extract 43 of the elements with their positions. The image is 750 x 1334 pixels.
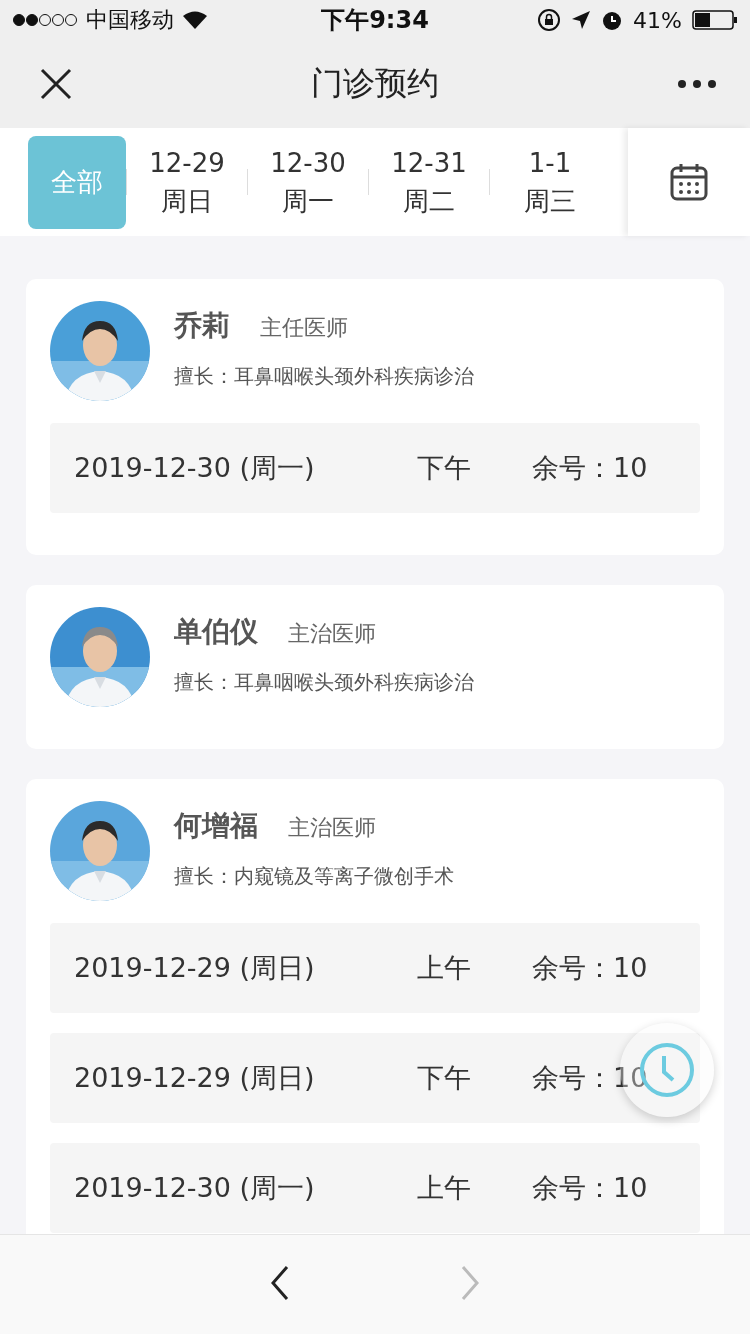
doctor-name: 乔莉 xyxy=(174,308,230,344)
doctor-name: 何增福 xyxy=(174,808,258,844)
slot-period: 上午 xyxy=(417,951,472,985)
slot-period: 下午 xyxy=(417,1061,472,1095)
slot-remaining: 余号：10 xyxy=(532,451,648,485)
doctor-name: 单伯仪 xyxy=(174,614,258,650)
battery-icon xyxy=(692,10,738,30)
location-icon xyxy=(571,10,592,30)
wifi-icon xyxy=(182,10,208,30)
doctor-specialty: 擅长：内窥镜及等离子微创手术 xyxy=(174,863,454,890)
battery-percent: 41% xyxy=(633,7,682,33)
schedule-slot[interactable]: 2019-12-30 (周一) 上午 余号：10 xyxy=(50,1143,700,1233)
date-tab[interactable]: 12-31 周二 xyxy=(369,135,489,229)
date-tab[interactable]: 12-29 周日 xyxy=(127,135,247,229)
doctor-specialty: 擅长：耳鼻咽喉头颈外科疾病诊治 xyxy=(174,363,474,390)
schedule-slot[interactable]: 2019-12-29 (周日) 上午 余号：10 xyxy=(50,923,700,1013)
carrier: 中国移动 xyxy=(86,6,174,34)
rotation-lock-icon xyxy=(537,8,562,32)
signal-icon xyxy=(12,13,78,27)
date-tab[interactable]: 12-30 周一 xyxy=(248,135,368,229)
slot-date: 2019-12-29 (周日) xyxy=(74,951,316,985)
close-icon[interactable] xyxy=(40,68,72,100)
slot-date: 2019-12-29 (周日) xyxy=(74,1061,316,1095)
calendar-icon xyxy=(670,163,708,201)
doctor-specialty: 擅长：耳鼻咽喉头颈外科疾病诊治 xyxy=(174,669,474,696)
doctor-title: 主治医师 xyxy=(288,814,376,842)
slot-date: 2019-12-30 (周一) xyxy=(74,1171,316,1205)
date-tab[interactable]: 1-1 周三 xyxy=(490,135,610,229)
slot-period: 下午 xyxy=(417,451,472,485)
more-icon[interactable] xyxy=(678,80,716,88)
doctor-title: 主任医师 xyxy=(260,314,348,342)
slot-period: 上午 xyxy=(417,1171,472,1205)
alarm-icon xyxy=(601,9,624,31)
doctor-card[interactable]: 乔莉 主任医师 擅长：耳鼻咽喉头颈外科疾病诊治 2019-12-30 (周一) 下午 余号：10 xyxy=(26,279,724,555)
calendar-button[interactable] xyxy=(628,128,750,236)
schedule-slot[interactable]: 2019-12-30 (周一) 下午 余号：10 xyxy=(50,423,700,513)
status-time: 下午9:34 xyxy=(320,5,430,36)
slot-remaining: 余号：10 xyxy=(532,951,648,985)
slot-remaining: 余号：10 xyxy=(532,1171,648,1205)
slot-date: 2019-12-30 (周一) xyxy=(74,451,316,485)
page-title: 门诊预约 xyxy=(311,63,439,104)
doctor-card[interactable]: 单伯仪 主治医师 擅长：耳鼻咽喉头颈外科疾病诊治 xyxy=(26,585,724,749)
doctor-title: 主治医师 xyxy=(288,620,376,648)
